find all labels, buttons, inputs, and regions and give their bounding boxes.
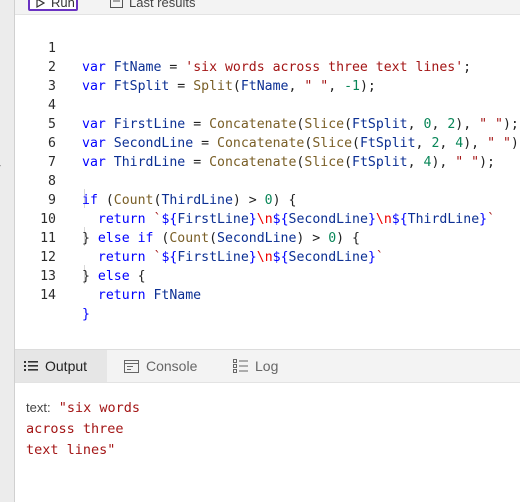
tab-output[interactable]: Output <box>15 350 107 382</box>
code-line: 3 <box>15 58 520 94</box>
tab-console-label: Console <box>146 358 198 374</box>
console-icon <box>124 359 139 373</box>
code-line: 4 var FirstLine = Concatenate(Slice(FtSp… <box>15 77 520 132</box>
run-button[interactable]: Run <box>28 0 78 11</box>
code-line: 5 var SecondLine = Concatenate(Slice(FtS… <box>15 96 520 151</box>
code-line: 13 return FtName <box>15 248 520 303</box>
tab-output-label: Output <box>45 358 88 374</box>
code-line: 10 } else if (Count(SecondLine) > 0) { <box>15 191 520 246</box>
results-icon <box>110 0 123 8</box>
output-value-line: "six words <box>58 400 140 416</box>
code-line: 8 if (Count(ThirdLine) > 0) { <box>15 153 520 208</box>
code-line: 12 } else { <box>15 229 520 284</box>
list-icon <box>24 361 38 371</box>
code-line: 2 var FtSplit = Split(FtName, " ", -1); <box>15 39 520 94</box>
log-icon <box>233 359 248 373</box>
tab-log-label: Log <box>255 358 279 374</box>
play-icon <box>36 0 45 8</box>
output-result: text: "six words across three text lines… <box>26 397 140 461</box>
code-line: 14 } <box>15 267 520 322</box>
tab-console[interactable]: Console <box>124 350 197 382</box>
line-number: 14 <box>40 288 56 303</box>
output-value-line: across three <box>26 421 124 437</box>
code-line: 9 return `${FirstLine}\n${SecondLine}\n$… <box>15 172 520 227</box>
output-key: text: <box>26 400 51 415</box>
code-line: 1 var FtName = 'six words across three t… <box>15 20 520 75</box>
code-line: 7 <box>15 134 520 170</box>
results-panel-tabs: Output Console Log <box>15 350 520 383</box>
last-results-tab[interactable]: Last results <box>110 0 195 11</box>
code-line: 11 return `${FirstLine}\n${SecondLine}` <box>15 210 520 265</box>
chevron-right-icon[interactable]: › <box>0 158 1 172</box>
left-gutter-bar: › <box>0 0 15 502</box>
tab-log[interactable]: Log <box>233 350 278 382</box>
code-line: 6 var ThirdLine = Concatenate(Slice(FtSp… <box>15 115 520 170</box>
code-editor[interactable]: 1 var FtName = 'six words across three t… <box>15 18 520 348</box>
editor-toolbar: Run Last results <box>15 0 520 15</box>
run-label: Run <box>51 0 75 10</box>
output-value-line: text lines" <box>26 442 116 458</box>
output-line: text: "six words <box>26 397 140 419</box>
last-results-label: Last results <box>129 0 196 10</box>
